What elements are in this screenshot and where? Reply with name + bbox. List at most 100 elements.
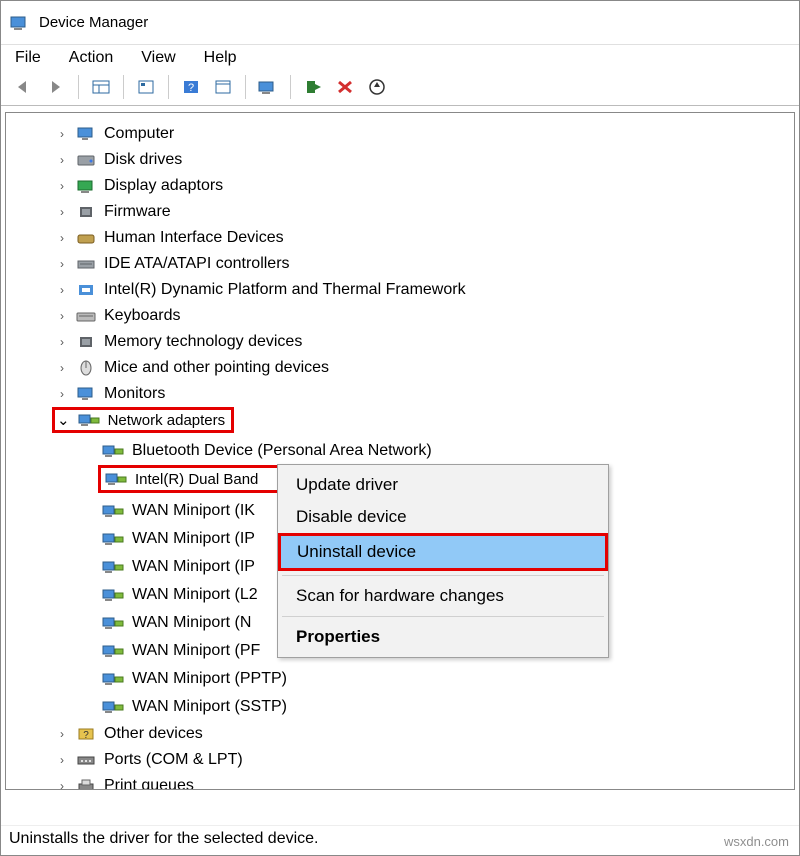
tree-category[interactable]: › Ports (COM & LPT): [6, 747, 794, 773]
tree-category[interactable]: ›Intel(R) Dynamic Platform and Thermal F…: [6, 277, 794, 303]
tree-item-label: WAN Miniport (N: [132, 614, 251, 632]
net-icon: [102, 614, 124, 632]
tree-category[interactable]: › Monitors: [6, 381, 794, 407]
forward-button[interactable]: [43, 75, 69, 99]
status-bar: Uninstalls the driver for the selected d…: [1, 825, 799, 855]
tree-category-label: Human Interface Devices: [104, 229, 284, 247]
uninstall-device-button[interactable]: [332, 75, 358, 99]
tree-category[interactable]: ›Print queues: [6, 773, 794, 790]
tree-category-label: Computer: [104, 125, 174, 143]
tree-category[interactable]: ›?Other devices: [6, 721, 794, 747]
context-item[interactable]: Properties: [280, 621, 606, 653]
tree-category-label: Monitors: [104, 385, 165, 403]
tree-category[interactable]: › Keyboards: [6, 303, 794, 329]
tree-category[interactable]: ⌄Network adapters: [6, 407, 794, 437]
expand-icon[interactable]: ›: [56, 205, 68, 219]
tree-category-label: Mice and other pointing devices: [104, 359, 329, 377]
ide-icon: [76, 255, 96, 273]
tree-category[interactable]: › Mice and other pointing devices: [6, 355, 794, 381]
net-icon: [102, 586, 124, 604]
keyboard-icon: [76, 307, 96, 325]
tree-category-label: IDE ATA/ATAPI controllers: [104, 255, 290, 273]
tree-category[interactable]: › Human Interface Devices: [6, 225, 794, 251]
net-icon: [102, 502, 124, 520]
expand-icon[interactable]: ›: [56, 387, 68, 401]
toolbar-separator: [290, 75, 291, 99]
context-separator: [282, 616, 604, 617]
toolbar-separator: [168, 75, 169, 99]
toolbar-separator: [123, 75, 124, 99]
back-button[interactable]: [11, 75, 37, 99]
action-button[interactable]: [210, 75, 236, 99]
title-bar: Device Manager: [1, 1, 799, 45]
expand-icon[interactable]: ›: [56, 179, 68, 193]
tree-category-label: Ports (COM & LPT): [104, 751, 243, 769]
toolbar: ?: [1, 73, 799, 106]
net-icon: [102, 642, 124, 660]
show-hide-tree-button[interactable]: [88, 75, 114, 99]
tree-item-label: WAN Miniport (L2: [132, 586, 258, 604]
scan-hardware-button[interactable]: [255, 75, 281, 99]
tree-category-label: Disk drives: [104, 151, 182, 169]
tree-item[interactable]: WAN Miniport (PPTP): [6, 665, 794, 693]
watermark: wsxdn.com: [724, 834, 789, 849]
context-item[interactable]: Update driver: [280, 469, 606, 501]
tree-category[interactable]: › Memory technology devices: [6, 329, 794, 355]
tree-item-label: Bluetooth Device (Personal Area Network): [132, 442, 432, 460]
mouse-icon: [76, 359, 96, 377]
expand-icon[interactable]: ›: [56, 127, 68, 141]
expand-icon[interactable]: ›: [56, 153, 68, 167]
tree-category-label: Memory technology devices: [104, 333, 302, 351]
properties-button[interactable]: [133, 75, 159, 99]
tree-category[interactable]: › Computer: [6, 121, 794, 147]
tree-category[interactable]: › Firmware: [6, 199, 794, 225]
menu-file[interactable]: File: [15, 49, 41, 67]
expand-icon[interactable]: ›: [56, 309, 68, 323]
memory-icon: [76, 333, 96, 351]
chip-icon: [76, 203, 96, 221]
collapse-icon[interactable]: ⌄: [57, 411, 70, 429]
expand-icon[interactable]: ›: [56, 361, 68, 375]
net-icon: [102, 530, 124, 548]
expand-icon[interactable]: ›: [56, 727, 68, 741]
intel-icon: [76, 281, 96, 299]
expand-icon[interactable]: ›: [56, 335, 68, 349]
window-title: Device Manager: [39, 14, 148, 31]
tree-item-label: WAN Miniport (SSTP): [132, 698, 287, 716]
update-driver-button[interactable]: [364, 75, 390, 99]
tree-item[interactable]: Bluetooth Device (Personal Area Network): [6, 437, 794, 465]
port-icon: [76, 751, 96, 769]
tree-item-label: WAN Miniport (IP: [132, 530, 255, 548]
tree-category[interactable]: › Disk drives: [6, 147, 794, 173]
net-icon: [102, 558, 124, 576]
tree-category-label: Display adaptors: [104, 177, 223, 195]
menu-view[interactable]: View: [141, 49, 175, 67]
enable-device-button[interactable]: [300, 75, 326, 99]
menu-help[interactable]: Help: [204, 49, 237, 67]
context-item[interactable]: Scan for hardware changes: [280, 580, 606, 612]
expand-icon[interactable]: ›: [56, 779, 68, 790]
help-button[interactable]: ?: [178, 75, 204, 99]
tree-item-label: WAN Miniport (PPTP): [132, 670, 287, 688]
tree-category-label: Keyboards: [104, 307, 181, 325]
net-icon: [78, 412, 100, 428]
device-tree[interactable]: › Computer › Disk drives › Display adaptors › F…: [5, 112, 795, 790]
context-menu: Update driverDisable deviceUninstall dev…: [277, 464, 609, 658]
expand-icon[interactable]: ›: [56, 753, 68, 767]
expand-icon[interactable]: ›: [56, 257, 68, 271]
status-text: Uninstalls the driver for the selected d…: [9, 830, 318, 847]
expand-icon[interactable]: ›: [56, 231, 68, 245]
menu-action[interactable]: Action: [69, 49, 113, 67]
tree-category-label: Firmware: [104, 203, 171, 221]
context-item[interactable]: Uninstall device: [281, 536, 605, 568]
toolbar-separator: [78, 75, 79, 99]
tree-category[interactable]: › Display adaptors: [6, 173, 794, 199]
monitor-icon: [76, 125, 96, 143]
tree-category[interactable]: › IDE ATA/ATAPI controllers: [6, 251, 794, 277]
net-icon: [105, 471, 127, 487]
disk-icon: [76, 151, 96, 169]
context-item[interactable]: Disable device: [280, 501, 606, 533]
print-icon: [76, 777, 96, 790]
tree-item[interactable]: WAN Miniport (SSTP): [6, 693, 794, 721]
expand-icon[interactable]: ›: [56, 283, 68, 297]
